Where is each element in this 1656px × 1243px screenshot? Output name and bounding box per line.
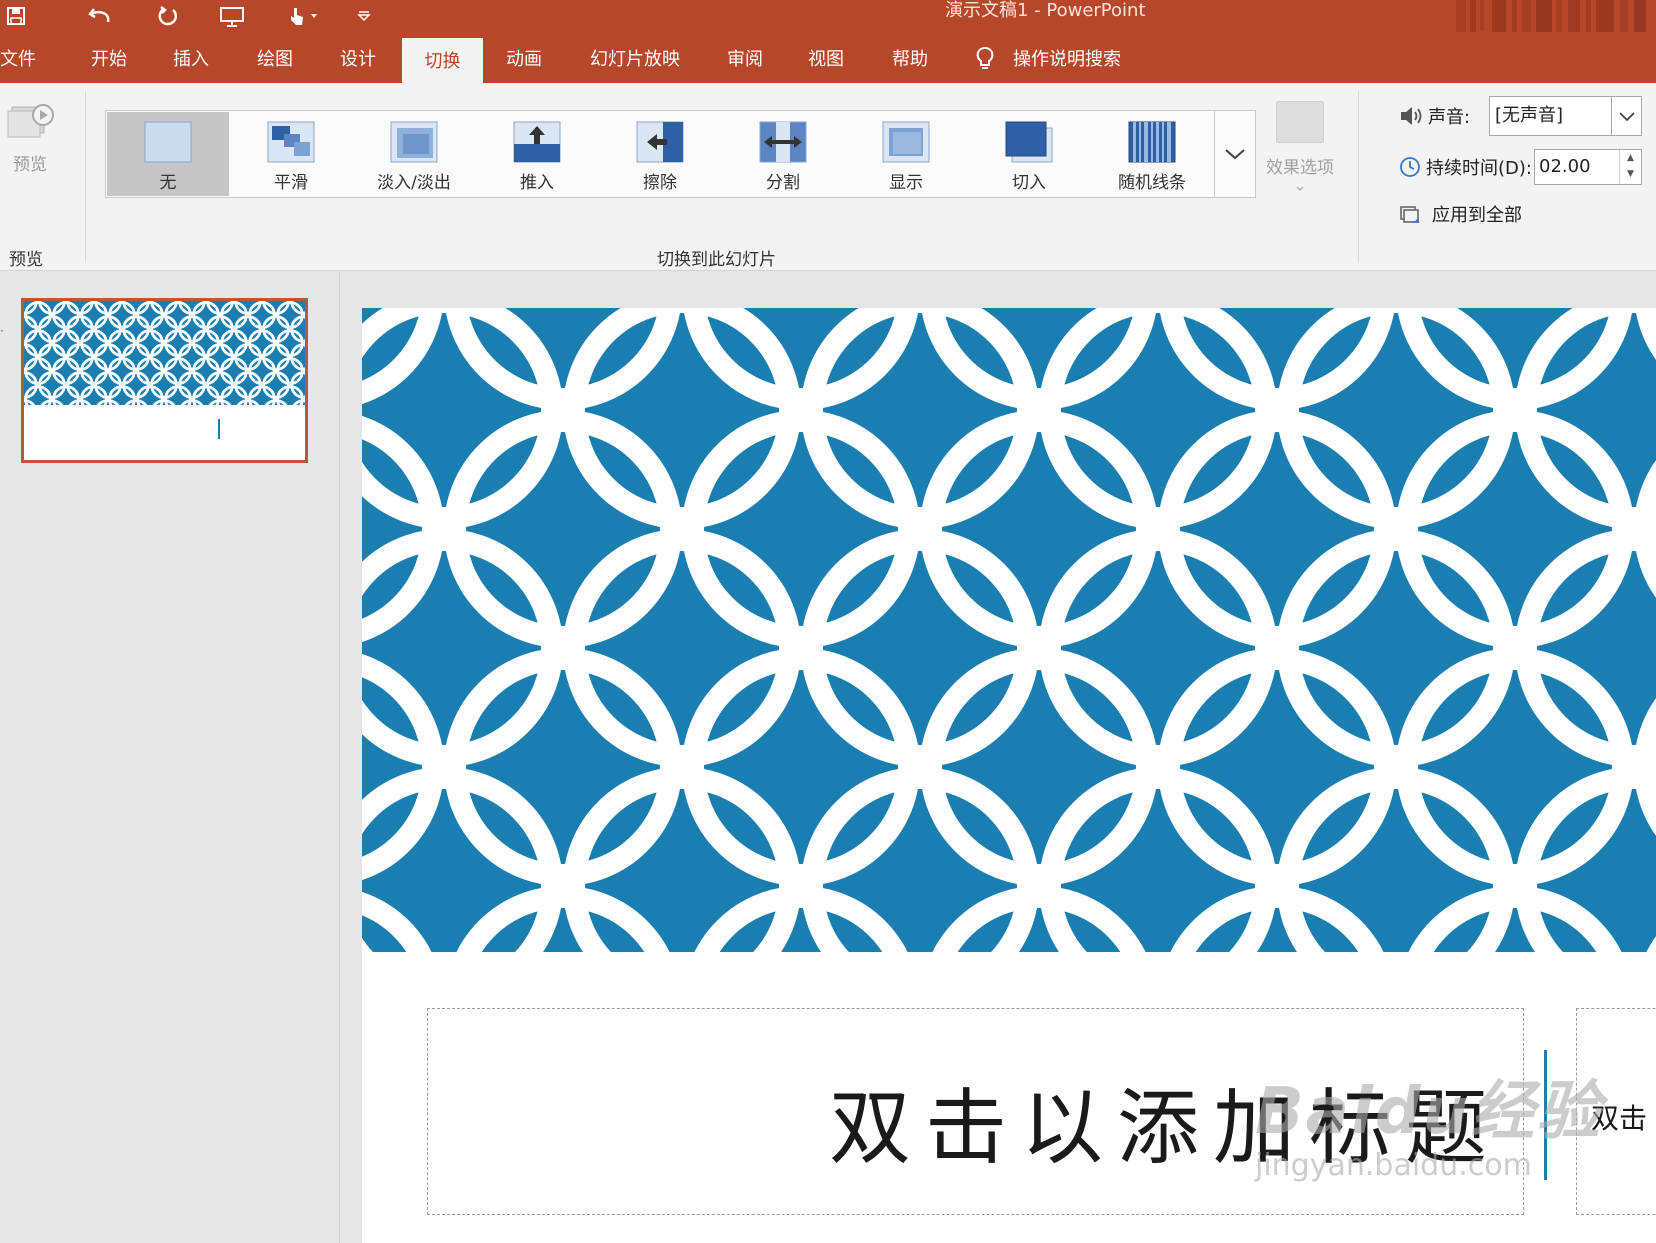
group-separator bbox=[1358, 91, 1359, 263]
sound-value: [无声音] bbox=[1495, 105, 1564, 126]
transition-reveal-label: 显示 bbox=[889, 173, 923, 193]
slide-pattern-background bbox=[362, 308, 1656, 952]
duration-label: 持续时间(D): bbox=[1426, 158, 1532, 179]
transition-cut[interactable]: 切入 bbox=[968, 112, 1090, 196]
clock-icon bbox=[1400, 157, 1420, 177]
customize-qat-icon[interactable] bbox=[350, 0, 378, 32]
spin-up-icon[interactable]: ▲ bbox=[1620, 150, 1641, 166]
start-slideshow-icon[interactable] bbox=[212, 0, 252, 32]
chevron-down-icon bbox=[1225, 149, 1245, 160]
transition-fade-icon bbox=[390, 121, 438, 163]
transition-cut-icon bbox=[1005, 121, 1053, 163]
sound-label: 声音: bbox=[1428, 107, 1471, 128]
tab-insert[interactable]: 插入 bbox=[173, 38, 209, 83]
transition-push[interactable]: 推入 bbox=[476, 112, 598, 196]
thumbnail-preview bbox=[24, 301, 305, 460]
transition-morph-label: 平滑 bbox=[274, 173, 308, 193]
window-title: 演示文稿1 - PowerPoint bbox=[945, 0, 1146, 21]
duration-row: 持续时间(D): bbox=[1398, 154, 1532, 180]
tab-design[interactable]: 设计 bbox=[340, 38, 376, 83]
transition-push-label: 推入 bbox=[520, 173, 554, 193]
effect-options-icon bbox=[1276, 101, 1324, 143]
save-icon[interactable] bbox=[0, 0, 32, 32]
tab-animations[interactable]: 动画 bbox=[506, 38, 542, 83]
transition-push-icon bbox=[513, 121, 561, 163]
transition-gallery: 无 平滑 淡入/淡出 推入 擦除 分割 显示 切入 随机线条 bbox=[105, 110, 1254, 198]
ribbon-transitions: 预览 预览 无 平滑 淡入/淡出 推入 擦除 分割 显示 切入 随机线条 切换到… bbox=[0, 83, 1656, 271]
touch-mode-icon[interactable] bbox=[280, 0, 328, 32]
tab-home[interactable]: 开始 bbox=[91, 38, 127, 83]
slide-number: · bbox=[0, 324, 4, 338]
slide-thumbnail-pane: · bbox=[0, 272, 340, 1243]
preview-group-label: 预览 bbox=[9, 250, 43, 270]
transition-split-label: 分割 bbox=[766, 173, 800, 193]
transition-none-icon bbox=[144, 121, 192, 163]
transition-fade-label: 淡入/淡出 bbox=[377, 173, 451, 193]
transition-wipe[interactable]: 擦除 bbox=[599, 112, 721, 196]
transition-random-bars-label: 随机线条 bbox=[1118, 173, 1186, 193]
preview-icon bbox=[7, 104, 54, 138]
preview-button-label: 预览 bbox=[13, 155, 47, 175]
duration-input[interactable]: 02.00 ▲ ▼ bbox=[1534, 149, 1642, 185]
dropdown-arrow-icon bbox=[1296, 186, 1304, 192]
apply-to-all-icon bbox=[1400, 206, 1420, 223]
tell-me-search[interactable]: 操作说明搜索 bbox=[1013, 38, 1121, 83]
duration-value: 02.00 bbox=[1539, 156, 1591, 177]
tab-review[interactable]: 审阅 bbox=[727, 38, 763, 83]
spin-down-icon[interactable]: ▼ bbox=[1620, 166, 1641, 182]
sound-dropdown-button[interactable] bbox=[1611, 97, 1641, 135]
transition-morph[interactable]: 平滑 bbox=[230, 112, 352, 196]
tab-slideshow[interactable]: 幻灯片放映 bbox=[590, 38, 680, 83]
transition-random-bars-icon bbox=[1128, 121, 1176, 163]
watermark: Baidu经验 jingyan.baidu.com bbox=[1255, 1060, 1602, 1183]
speaker-icon bbox=[1401, 107, 1422, 125]
effect-options-label: 效果选项 bbox=[1266, 158, 1334, 178]
transition-wipe-icon bbox=[636, 121, 684, 163]
transition-cut-label: 切入 bbox=[1012, 173, 1046, 193]
tab-transitions[interactable]: 切换 bbox=[402, 38, 483, 83]
duration-spinner[interactable]: ▲ ▼ bbox=[1619, 150, 1641, 184]
chevron-down-icon bbox=[1618, 112, 1635, 122]
transition-reveal-icon bbox=[882, 121, 930, 163]
tab-file[interactable]: 文件 bbox=[0, 38, 36, 83]
apply-all-button[interactable]: 应用到全部 bbox=[1398, 201, 1522, 227]
transition-split-icon bbox=[759, 121, 807, 163]
watermark-url: jingyan.baidu.com bbox=[1255, 1148, 1532, 1183]
tab-help[interactable]: 帮助 bbox=[892, 38, 928, 83]
tab-draw[interactable]: 绘图 bbox=[257, 38, 293, 83]
transition-none-label: 无 bbox=[159, 173, 177, 193]
transitions-group-label: 切换到此幻灯片 bbox=[657, 250, 776, 270]
gallery-more-button[interactable] bbox=[1214, 110, 1256, 198]
lightbulb-icon bbox=[976, 47, 994, 69]
transition-random-bars[interactable]: 随机线条 bbox=[1091, 112, 1213, 196]
apply-all-label: 应用到全部 bbox=[1432, 205, 1522, 226]
watermark-logo: Baidu经验 bbox=[1255, 1075, 1603, 1149]
transition-reveal[interactable]: 显示 bbox=[845, 112, 967, 196]
quick-access-toolbar bbox=[0, 0, 378, 32]
transition-morph-icon bbox=[267, 121, 315, 163]
title-bar: 演示文稿1 - PowerPoint bbox=[0, 0, 1656, 62]
redo-icon[interactable] bbox=[148, 0, 188, 32]
transition-wipe-label: 擦除 bbox=[643, 173, 677, 193]
transition-fade[interactable]: 淡入/淡出 bbox=[353, 112, 475, 196]
group-separator bbox=[85, 91, 86, 263]
preview-button[interactable]: 预览 bbox=[4, 101, 56, 175]
transition-none[interactable]: 无 bbox=[107, 112, 229, 196]
effect-options-button[interactable]: 效果选项 bbox=[1262, 101, 1338, 198]
tab-view[interactable]: 视图 bbox=[808, 38, 844, 83]
sound-select[interactable]: [无声音] bbox=[1489, 96, 1642, 136]
transition-split[interactable]: 分割 bbox=[722, 112, 844, 196]
slide-thumbnail-1[interactable] bbox=[21, 298, 308, 463]
ribbon-tabs: 文件 开始 插入 绘图 设计 切换 动画 幻灯片放映 审阅 视图 帮助 操作说明… bbox=[0, 32, 1656, 83]
undo-icon[interactable] bbox=[80, 0, 120, 32]
sound-row: 声音: bbox=[1398, 103, 1470, 129]
